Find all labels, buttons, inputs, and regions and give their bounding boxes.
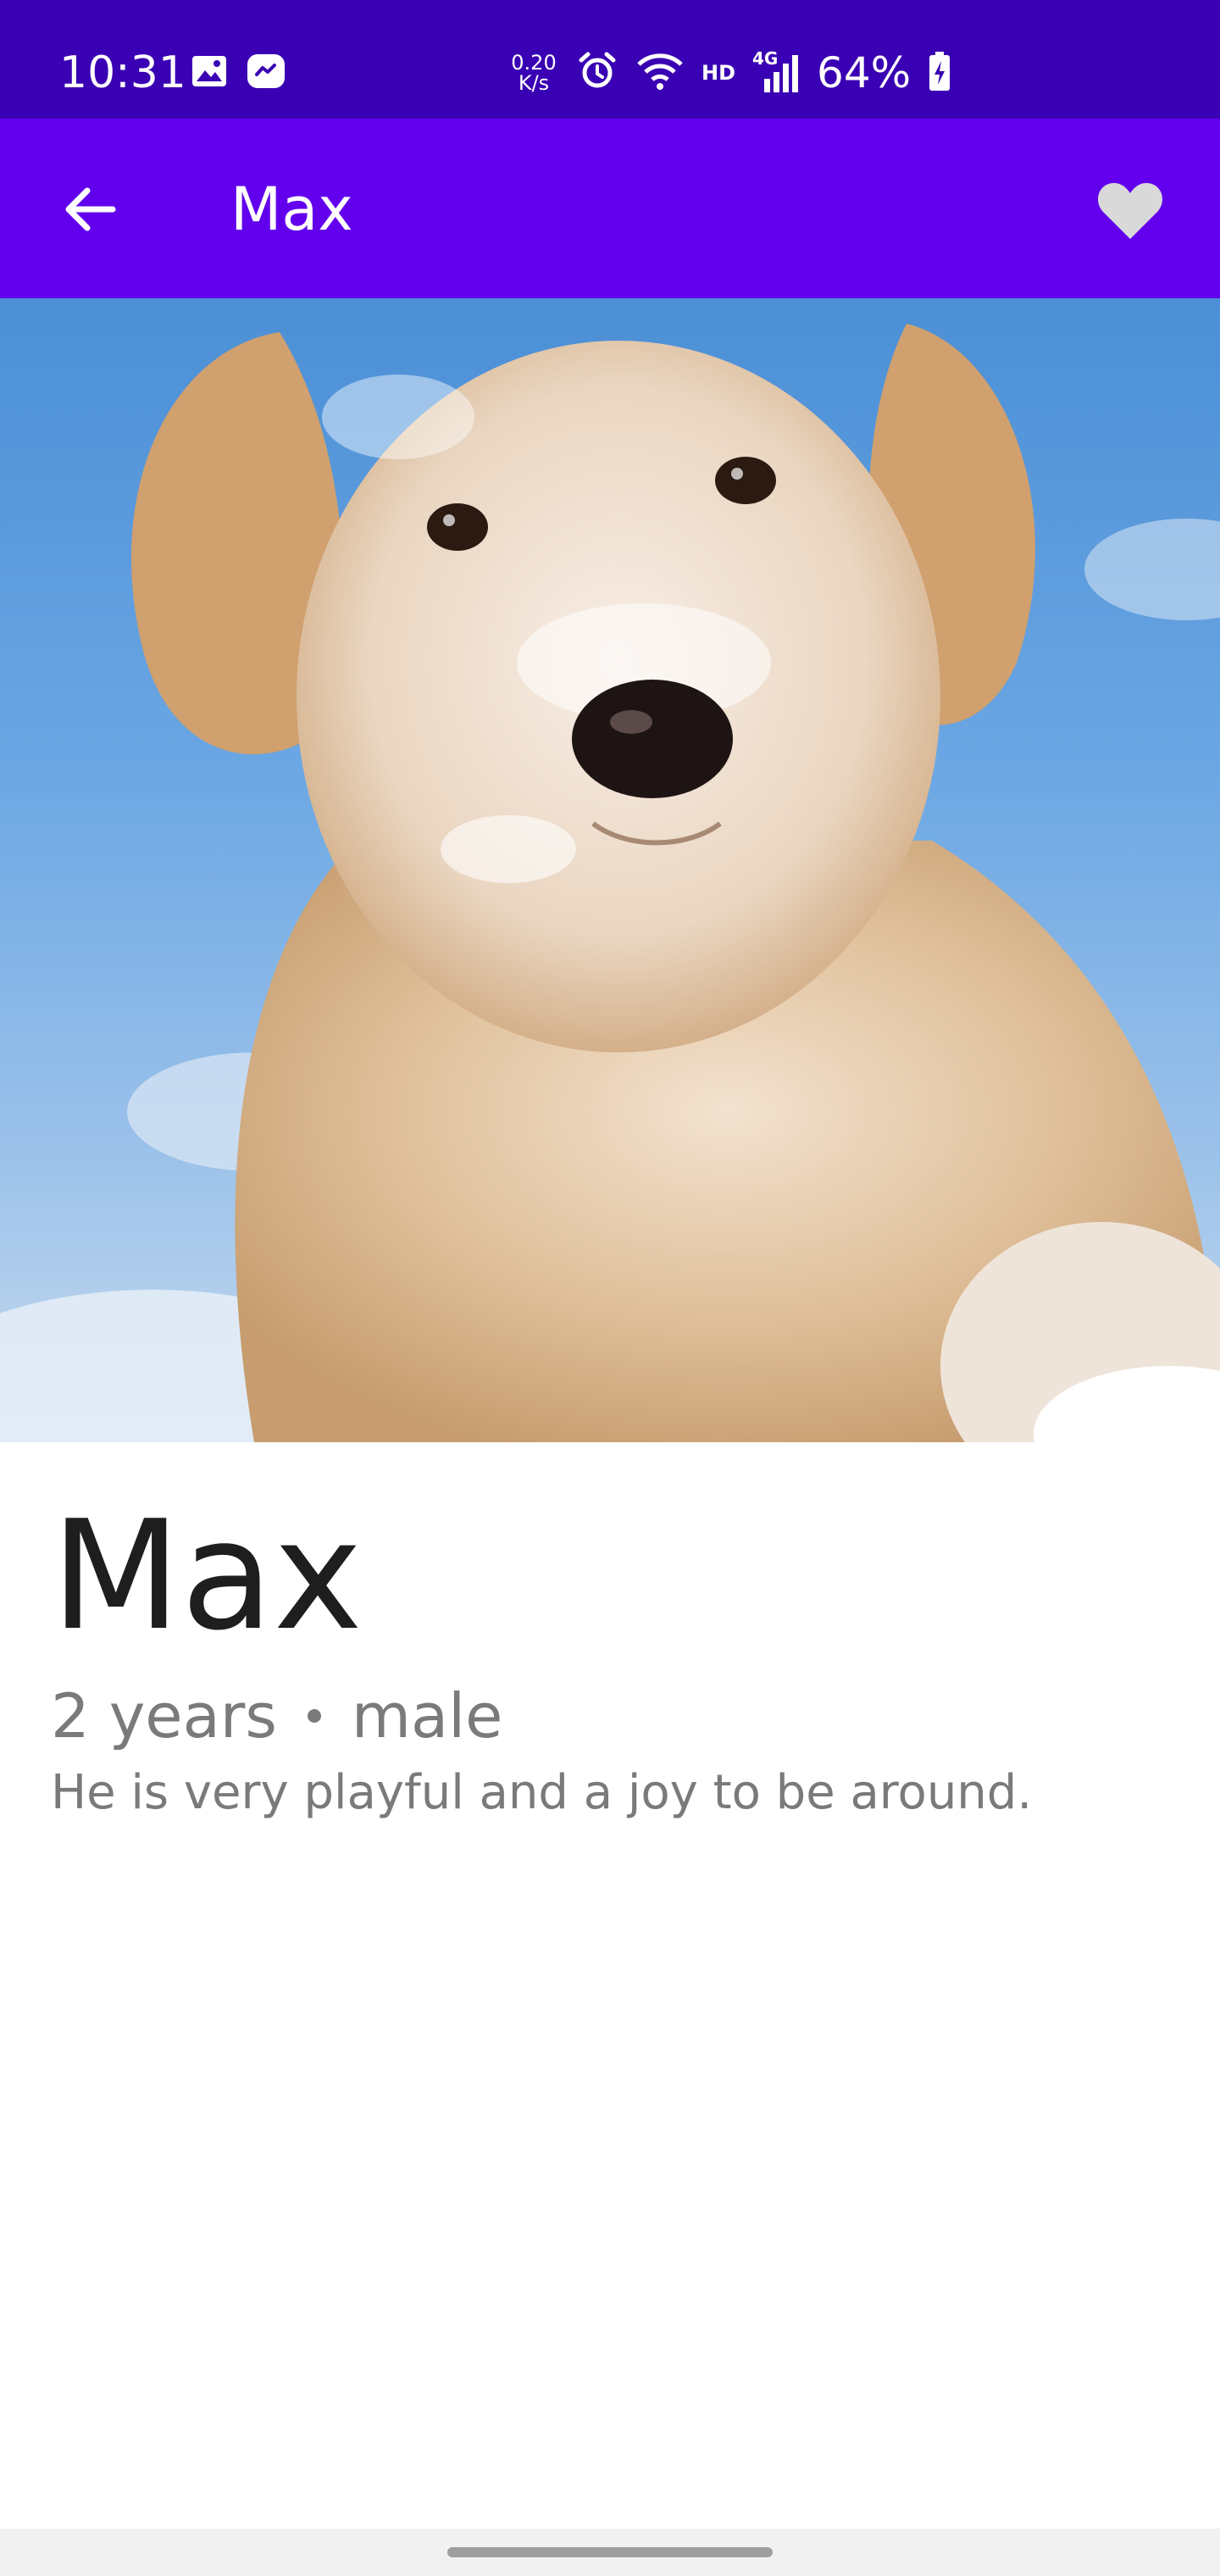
status-time: 10:31 [59,47,186,98]
pet-photo [0,298,1220,1442]
status-notification-icons [191,53,286,93]
system-navigation-bar [0,2529,1220,2576]
pet-gender: male [351,1680,503,1752]
home-gesture-handle[interactable] [447,2547,773,2557]
wifi-icon [635,51,685,95]
pet-description: He is very playful and a joy to be aroun… [51,1765,1033,1820]
heart-icon [1096,180,1164,244]
net-speed-value: 0.20 [511,51,557,75]
net-speed-unit: K/s [518,71,550,95]
status-bar: 10:31 0.20 K/s HD 4G 64% [0,0,1220,119]
battery-charging-icon [928,51,951,95]
pet-age: 2 years [51,1680,277,1752]
pet-name: Max [51,1488,363,1663]
net-speed: 0.20 K/s [508,53,559,93]
messenger-icon [246,53,286,93]
back-button[interactable] [51,173,127,249]
separator-dot [307,1709,321,1723]
app-bar-title: Max [230,175,353,244]
gallery-icon [191,55,227,91]
status-system-icons: 0.20 K/s HD 4G 64% [508,47,951,98]
arrow-back-icon [62,186,116,236]
app-bar: Max [0,119,1220,298]
hd-label: HD [702,61,736,85]
pet-meta: 2 years male [51,1678,502,1754]
favorite-button[interactable] [1090,171,1171,253]
alarm-icon [576,50,618,96]
battery-percent: 64% [817,48,912,97]
signal-icon: 4G [752,48,800,94]
